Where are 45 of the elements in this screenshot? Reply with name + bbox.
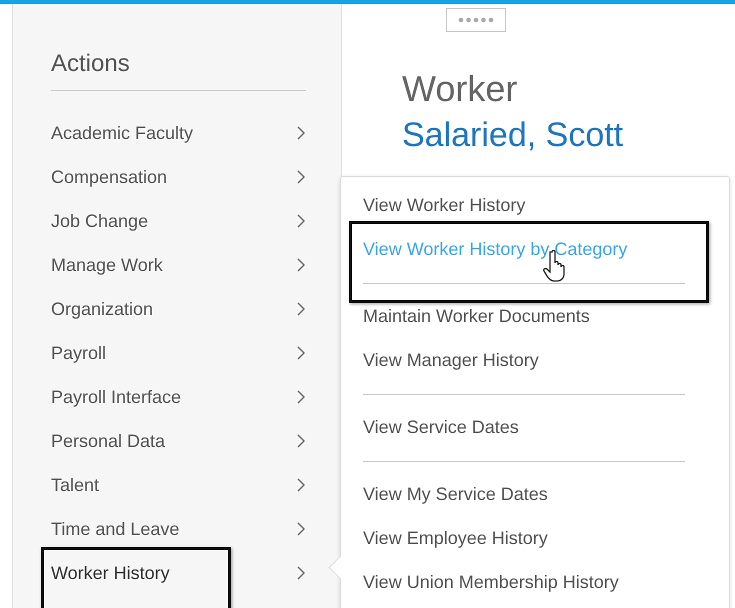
- action-item[interactable]: Personal Data: [51, 419, 306, 463]
- submenu-item[interactable]: View Manager History: [363, 338, 685, 382]
- chevron-right-icon: [296, 566, 306, 580]
- chevron-right-icon: [296, 170, 306, 184]
- submenu-item[interactable]: View My Service Dates: [363, 472, 685, 516]
- action-label: Organization: [51, 298, 154, 320]
- page-heading: Worker: [402, 68, 518, 110]
- action-label: Payroll: [51, 342, 106, 364]
- chevron-right-icon: [296, 390, 306, 404]
- submenu-item[interactable]: View Worker History: [363, 183, 685, 227]
- action-item[interactable]: Time and Leave: [51, 507, 306, 551]
- action-item[interactable]: Talent: [51, 463, 306, 507]
- worker-name-link[interactable]: Salaried, Scott: [402, 116, 735, 155]
- action-item[interactable]: Payroll Interface: [51, 375, 306, 419]
- action-label: Talent: [51, 474, 100, 496]
- submenu-item[interactable]: View Service Dates: [363, 405, 685, 449]
- action-label: Time and Leave: [51, 518, 180, 540]
- action-label: Personal Data: [51, 430, 166, 452]
- action-item[interactable]: Compensation: [51, 155, 306, 199]
- chevron-right-icon: [296, 346, 306, 360]
- action-item[interactable]: Payroll: [51, 331, 306, 375]
- action-item[interactable]: Job Change: [51, 199, 306, 243]
- action-item[interactable]: Academic Faculty: [51, 111, 306, 155]
- chevron-right-icon: [296, 214, 306, 228]
- chevron-right-icon: [296, 302, 306, 316]
- submenu-item[interactable]: View Union Membership History: [363, 560, 685, 604]
- action-label: Worker History: [51, 562, 170, 584]
- chevron-right-icon: [296, 126, 306, 140]
- chevron-right-icon: [296, 522, 306, 536]
- chevron-right-icon: [296, 434, 306, 448]
- action-item[interactable]: Worker History: [51, 551, 306, 595]
- submenu-item[interactable]: Maintain Worker Documents: [363, 294, 685, 338]
- dots-icon: [458, 17, 494, 23]
- drag-handle[interactable]: [446, 8, 506, 32]
- action-label: Academic Faculty: [51, 122, 194, 144]
- action-label: Manage Work: [51, 254, 163, 276]
- action-label: Job Change: [51, 210, 148, 232]
- submenu-item[interactable]: View Employee History: [363, 516, 685, 560]
- actions-title: Actions: [51, 50, 306, 91]
- chevron-right-icon: [296, 478, 306, 492]
- action-item[interactable]: Manage Work: [51, 243, 306, 287]
- chevron-right-icon: [296, 258, 306, 272]
- action-label: Compensation: [51, 166, 168, 188]
- action-item[interactable]: Organization: [51, 287, 306, 331]
- action-label: Payroll Interface: [51, 386, 182, 408]
